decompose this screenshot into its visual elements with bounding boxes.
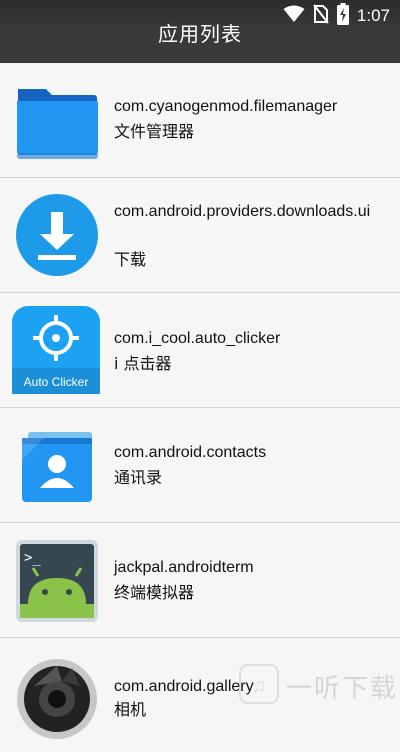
app-list-item[interactable]: Auto Clicker com.i_cool.auto_clicker i 点… [0,293,400,408]
app-list-item[interactable]: com.android.providers.downloads.ui 下载 [0,178,400,293]
svg-text:♫: ♫ [252,675,267,697]
app-package-name: jackpal.androidterm [114,559,254,576]
app-package-name: com.cyanogenmod.filemanager [114,98,338,115]
watermark-text: 一听下载 [286,673,399,704]
status-time: 1:07 [356,6,390,25]
terminal-icon: >_ [14,538,100,624]
download-icon [14,192,100,278]
app-list-item[interactable]: com.cyanogenmod.filemanager 文件管理器 [0,63,400,178]
app-package-name: com.android.contacts [114,444,267,461]
app-package-name: com.android.providers.downloads.ui [114,203,371,220]
folder-icon [14,79,100,165]
contacts-icon [14,422,100,508]
app-list-item[interactable]: >_ jackpal.androidterm 终端模拟器 [0,523,400,638]
watermark: ♫ 一听下载 [238,664,400,708]
auto-clicker-icon: Auto Clicker [12,306,100,394]
no-sim-icon [313,4,329,28]
app-label: 文件管理器 [114,122,195,141]
app-label: 相机 [114,700,147,719]
watermark-logo-icon: ♫ [238,663,280,709]
app-list: com.cyanogenmod.filemanager 文件管理器 com.an… [0,63,400,752]
camera-icon [14,656,100,742]
app-label: i 点击器 [114,354,172,373]
terminal-icon-text: >_ [24,550,41,566]
auto-clicker-icon-text: Auto Clicker [24,375,89,389]
app-package-name: com.i_cool.auto_clicker [114,330,281,347]
status-bar: 1:07 [283,3,390,29]
app-label: 终端模拟器 [114,583,195,602]
app-list-item[interactable]: com.android.contacts 通讯录 [0,408,400,523]
wifi-icon [283,5,305,27]
app-label: 下载 [114,250,147,269]
app-label: 通讯录 [114,468,163,487]
battery-charging-icon [336,3,349,29]
